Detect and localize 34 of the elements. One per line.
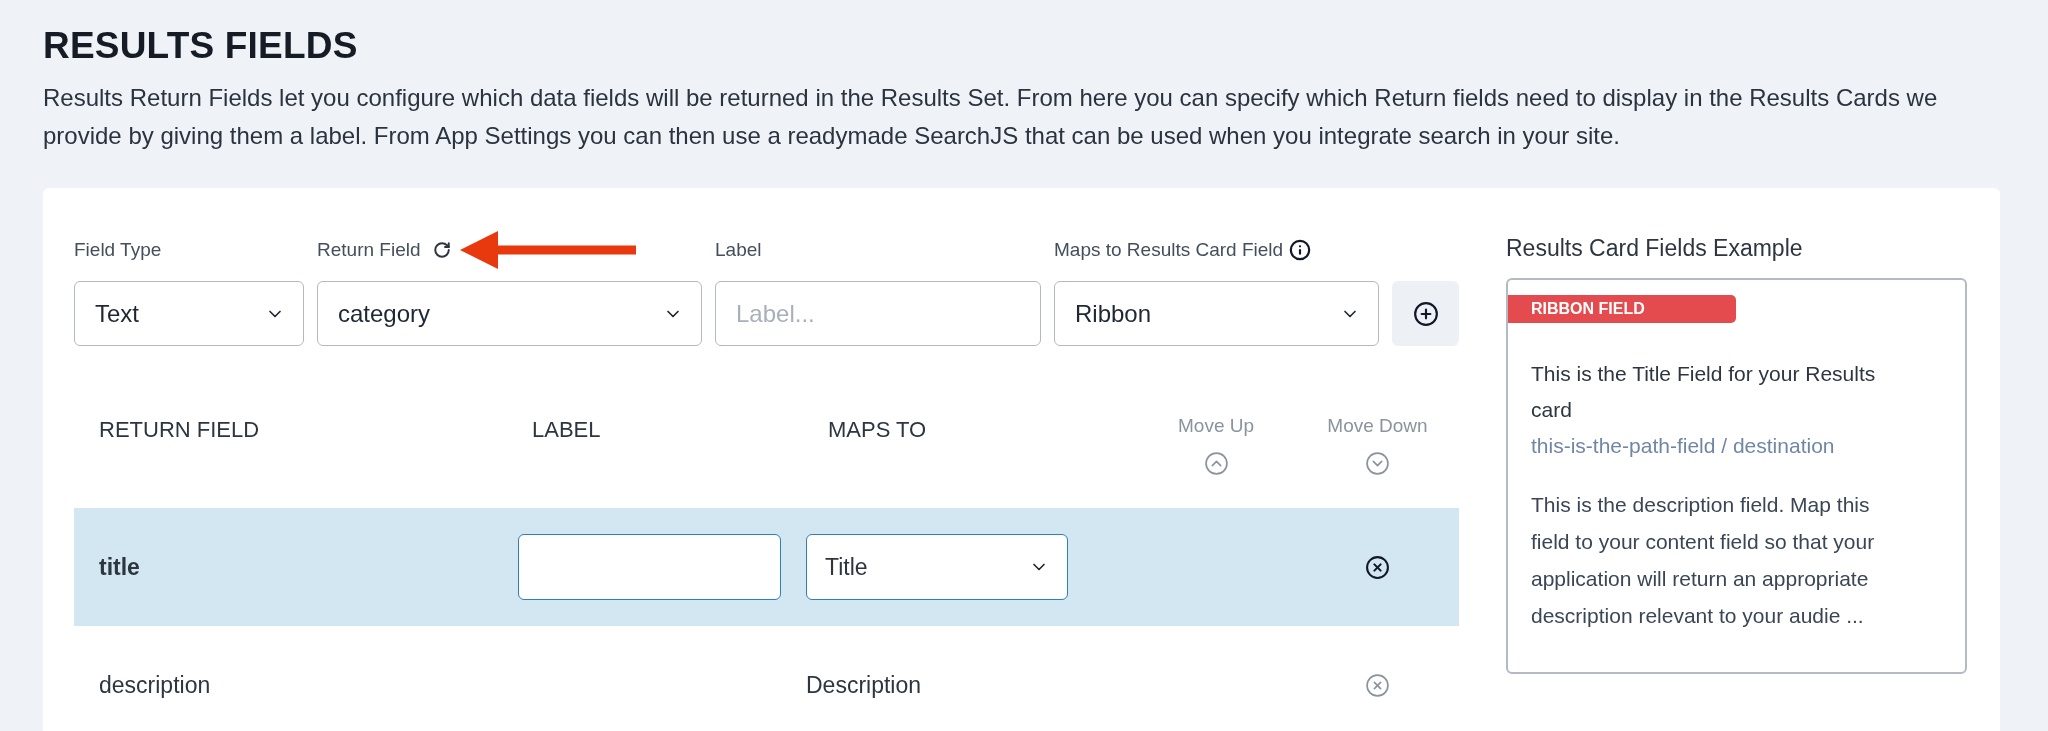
preview-heading: Results Card Fields Example bbox=[1506, 234, 1804, 263]
column-header: RETURN FIELD bbox=[99, 417, 260, 442]
column-header: Move Up bbox=[1178, 415, 1254, 437]
card-description-text: This is the description field. Map this field to your content field so that your application will return an appropriate description relevant to your audie ... bbox=[1531, 492, 1876, 629]
field-label: Return Field bbox=[317, 237, 421, 262]
remove-icon[interactable] bbox=[1365, 554, 1390, 580]
plus-icon bbox=[1412, 300, 1439, 327]
field-label: Field Type bbox=[74, 237, 162, 262]
column-header: MAPS TO bbox=[828, 417, 927, 442]
label-input[interactable] bbox=[518, 534, 781, 600]
return-field-text: description bbox=[99, 671, 211, 698]
card-path-text: this-is-the-path-field / destination bbox=[1531, 433, 1836, 459]
column-header: Move Down bbox=[1327, 415, 1428, 437]
card-title-text: This is the Title Field for your Results card bbox=[1531, 361, 1877, 423]
dropdown-select[interactable]: category bbox=[317, 281, 702, 346]
label-input[interactable]: Label... bbox=[715, 281, 1041, 346]
dropdown-select[interactable]: Title bbox=[806, 534, 1068, 600]
field-label: Maps to Results Card Field bbox=[1054, 237, 1284, 262]
field-label: Label bbox=[715, 237, 762, 262]
dropdown-select[interactable]: Ribbon bbox=[1054, 281, 1379, 346]
return-field-text: title bbox=[99, 553, 140, 580]
ribbon-tag: RIBBON FIELD bbox=[1508, 295, 1736, 323]
info-icon[interactable] bbox=[1289, 239, 1312, 261]
page-title: RESULTS FIELDS bbox=[43, 24, 359, 68]
column-header: LABEL bbox=[532, 417, 601, 442]
dropdown-select[interactable]: Text bbox=[74, 281, 304, 346]
page-description: Results Return Fields let you configure which data fields will be returned in the Results Set. From here you can specify which Return fields need to display in the Results Cards we provide by giving them a label. From App Settings you can then use a readymade SearchJS that can be used when you integrate search in your site. bbox=[43, 83, 1939, 151]
left-arrow-icon bbox=[459, 231, 636, 269]
add-button[interactable] bbox=[1392, 281, 1459, 346]
chevron-down-circle-icon[interactable] bbox=[1365, 451, 1390, 476]
table-row[interactable]: title Title bbox=[74, 508, 1459, 626]
maps-to-text: Description bbox=[806, 671, 922, 698]
refresh-icon[interactable] bbox=[432, 241, 451, 259]
chevron-up-circle-icon[interactable] bbox=[1203, 451, 1229, 476]
